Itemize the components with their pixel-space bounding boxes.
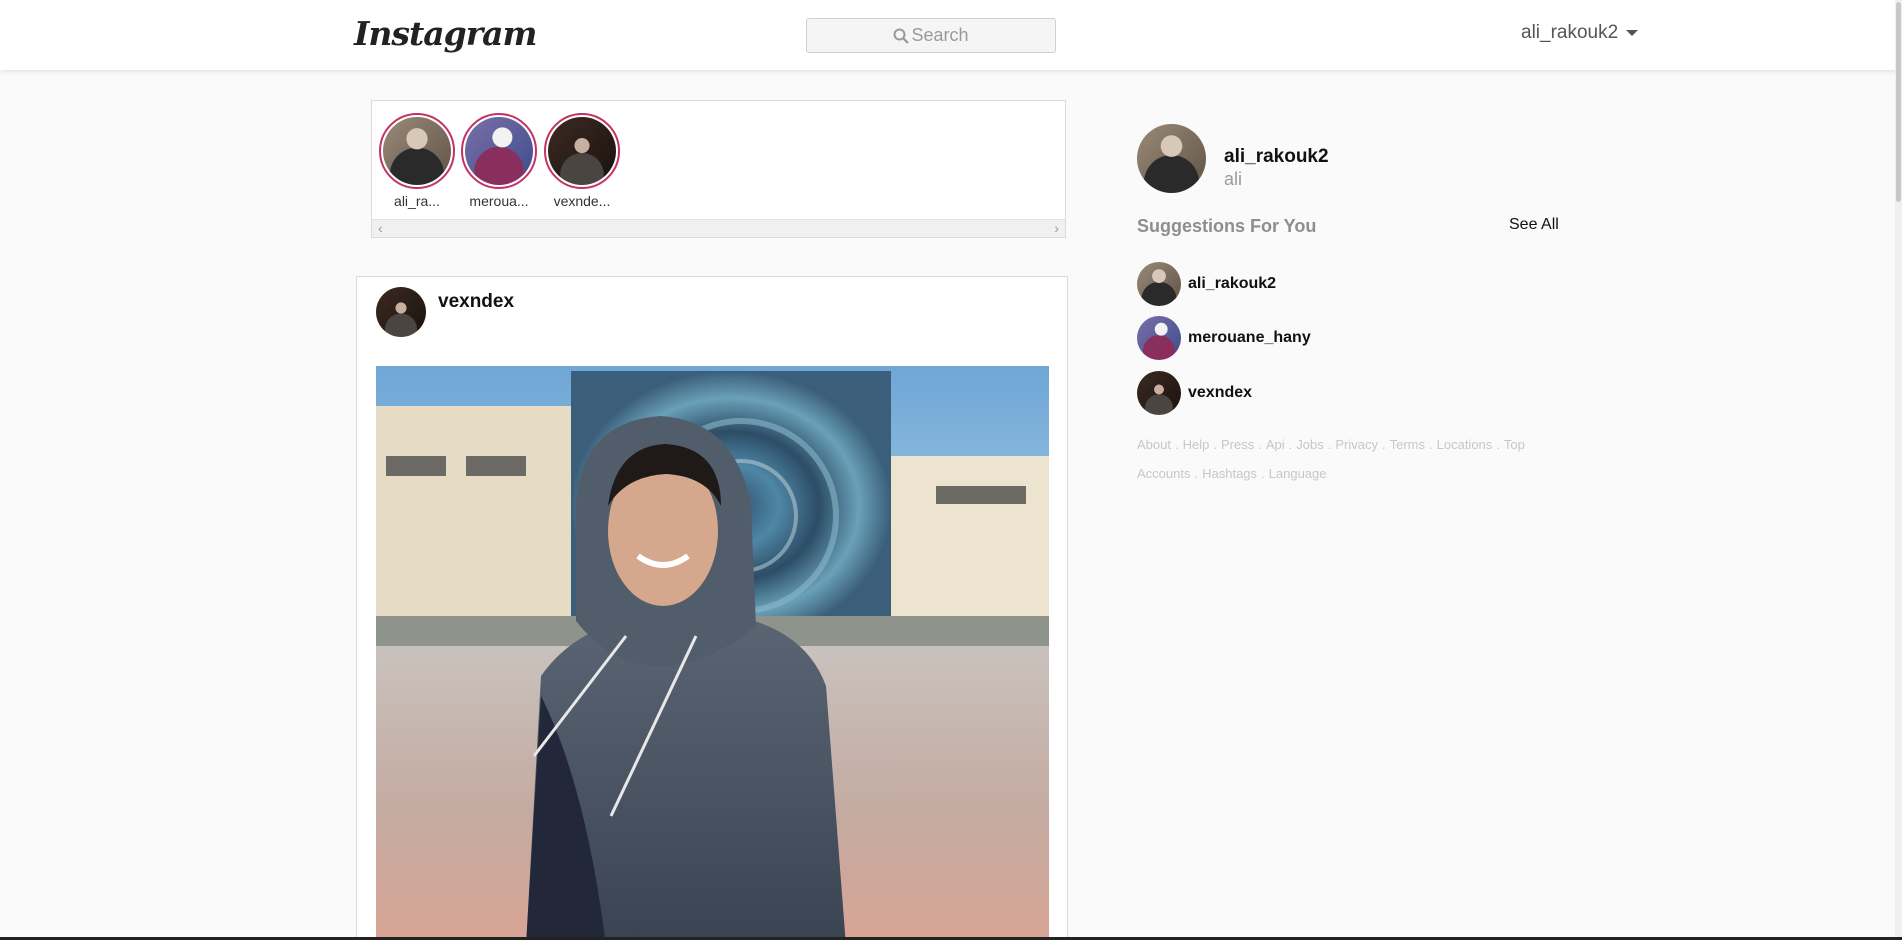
page-vertical-scrollbar[interactable] [1895, 0, 1902, 940]
story-label: ali_ra... [394, 193, 440, 209]
post-author-avatar[interactable] [376, 287, 426, 337]
suggestion-item[interactable]: ali_rakouk2 [1137, 262, 1276, 306]
instagram-logo[interactable]: Instagram [354, 14, 537, 53]
footer-separator: . [1288, 437, 1293, 452]
footer-separator: . [1381, 437, 1386, 452]
footer-link-help[interactable]: Help [1183, 437, 1210, 452]
suggestion-username: ali_rakouk2 [1188, 275, 1277, 292]
suggestion-avatar [1137, 371, 1181, 415]
footer-link-press[interactable]: Press [1221, 437, 1254, 452]
footer-links: About. Help. Press. Api. Jobs. Privacy. Terms.… [1137, 430, 1537, 488]
footer-separator: . [1429, 437, 1433, 452]
footer-separator: . [1327, 437, 1332, 452]
footer-link-privacy[interactable]: Privacy [1335, 437, 1378, 452]
story-label: meroua... [469, 193, 529, 209]
footer-link-about[interactable]: About [1137, 437, 1171, 452]
suggestion-username: merouane_hany [1188, 329, 1311, 346]
current-user-fullname: ali [1224, 169, 1243, 189]
story-avatar [548, 117, 616, 185]
footer-separator: . [1261, 466, 1265, 481]
suggestion-avatar [1137, 262, 1181, 306]
scroll-right-icon[interactable]: › [1054, 220, 1059, 237]
post-photo[interactable] [376, 366, 1049, 940]
search-input[interactable]: Search [806, 18, 1056, 53]
user-menu-label: ali_rakouk2 [1521, 22, 1619, 43]
suggestion-item[interactable]: vexndex [1137, 371, 1252, 415]
post-photo-illustration [376, 366, 1049, 940]
stories-tray: ali_ra... meroua... vexnde... ‹ › [371, 100, 1066, 238]
caret-down-icon [1626, 30, 1639, 36]
story-ring [461, 113, 537, 189]
story-label: vexnde... [553, 193, 611, 209]
footer-separator: . [1194, 466, 1199, 481]
scroll-left-icon[interactable]: ‹ [378, 220, 383, 237]
suggestion-item[interactable]: merouane_hany [1137, 316, 1311, 360]
story-avatar [383, 117, 451, 185]
footer-separator: . [1496, 437, 1500, 452]
current-user-username[interactable]: ali_rakouk2 [1224, 146, 1329, 168]
footer-separator: . [1258, 437, 1262, 452]
footer-link-api[interactable]: Api [1266, 437, 1285, 452]
see-all-link[interactable]: See All [1509, 216, 1559, 234]
story-item[interactable]: ali_ra... [379, 113, 455, 209]
suggestion-avatar [1137, 316, 1181, 360]
footer-link-terms[interactable]: Terms [1390, 437, 1425, 452]
story-item[interactable]: meroua... [461, 113, 537, 209]
footer-link-hashtags[interactable]: Hashtags [1202, 466, 1257, 481]
scrollbar-thumb[interactable] [1896, 2, 1901, 202]
search-icon [893, 28, 910, 44]
footer-link-language[interactable]: Language [1269, 466, 1327, 481]
story-ring [544, 113, 620, 189]
footer-separator: . [1213, 437, 1217, 452]
story-item[interactable]: vexnde... [544, 113, 620, 209]
story-ring [379, 113, 455, 189]
post-author-username[interactable]: vexndex [438, 291, 514, 313]
search-placeholder: Search [911, 25, 969, 45]
footer-link-locations[interactable]: Locations [1437, 437, 1493, 452]
top-navbar: Instagram Search ali_rakouk2 [0, 0, 1902, 70]
current-user-avatar[interactable] [1137, 124, 1206, 193]
footer-link-jobs[interactable]: Jobs [1296, 437, 1323, 452]
footer-separator: . [1174, 437, 1179, 452]
feed-post: vexndex [356, 276, 1068, 940]
story-avatar [465, 117, 533, 185]
suggestions-heading: Suggestions For You [1137, 216, 1317, 236]
suggestion-username: vexndex [1188, 384, 1253, 401]
user-menu-dropdown[interactable]: ali_rakouk2 [1521, 22, 1639, 44]
stories-horizontal-scrollbar[interactable]: ‹ › [372, 219, 1065, 237]
